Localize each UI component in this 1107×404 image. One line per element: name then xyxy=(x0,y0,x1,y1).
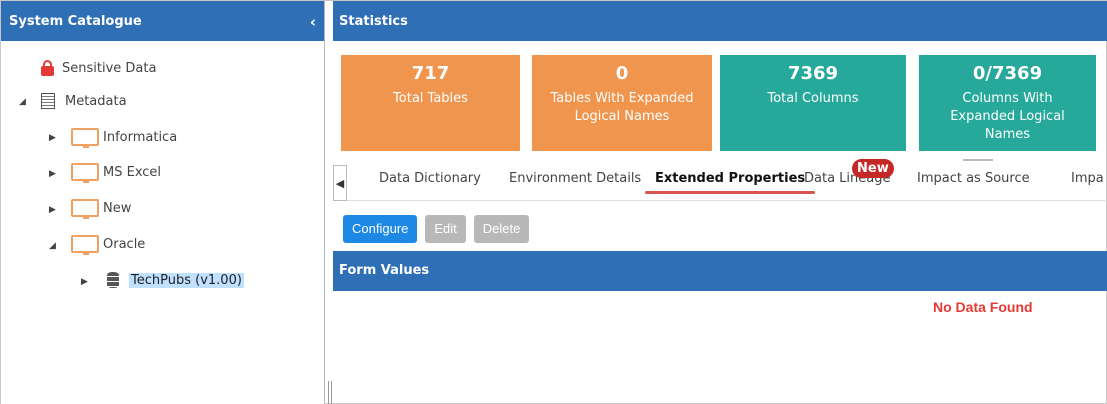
tree-item-label: Metadata xyxy=(65,93,127,109)
folder-icon xyxy=(71,163,99,183)
resize-grip[interactable] xyxy=(963,159,993,161)
tree-item-informatica[interactable]: Informatica xyxy=(71,126,177,148)
tree-item-techpubs[interactable]: TechPubs (v1.00) xyxy=(107,269,244,291)
tree-item-oracle[interactable]: Oracle xyxy=(71,233,145,255)
tree-item-label: New xyxy=(103,200,132,216)
collapsed-arrow-icon[interactable]: ▶ xyxy=(49,133,56,143)
folder-icon xyxy=(71,128,99,148)
statistics-header: Statistics xyxy=(333,1,1107,41)
statistics-panel: Statistics 717 Total Tables 0 Tables Wit… xyxy=(333,1,1107,404)
no-data-message: No Data Found xyxy=(933,299,1033,315)
statistics-title: Statistics xyxy=(339,13,408,29)
stat-value: 0 xyxy=(615,63,629,84)
collapsed-arrow-icon[interactable]: ▶ xyxy=(49,205,56,215)
lock-icon xyxy=(41,60,54,76)
collapsed-arrow-icon[interactable]: ▶ xyxy=(49,169,56,179)
tree-item-label: TechPubs (v1.00) xyxy=(129,272,244,288)
tree-item-new[interactable]: New xyxy=(71,197,131,219)
detail-tabs: ◀ Data Dictionary Environment Details Ex… xyxy=(333,159,1107,201)
expanded-arrow-icon[interactable]: ◢ xyxy=(19,97,26,107)
stat-value: 0/7369 xyxy=(972,63,1043,84)
tree-item-metadata[interactable]: Metadata xyxy=(41,90,127,112)
app-window: System Catalogue ‹ Sensitive Data ◢ Meta… xyxy=(0,0,1107,404)
system-catalogue-panel: System Catalogue ‹ Sensitive Data ◢ Meta… xyxy=(1,1,325,404)
tree-item-label: MS Excel xyxy=(103,164,162,180)
stat-value: 7369 xyxy=(787,63,839,84)
stat-card-total-tables: 717 Total Tables xyxy=(341,55,520,151)
tree-item-label: Informatica xyxy=(103,129,178,145)
stat-card-tables-expanded: 0 Tables With Expanded Logical Names xyxy=(532,55,712,151)
stat-label: Tables With Expanded Logical Names xyxy=(550,91,694,124)
tab-scroll-left-icon[interactable]: ◀ xyxy=(333,165,347,201)
panel-splitter-handle[interactable] xyxy=(328,381,332,404)
catalogue-title: System Catalogue xyxy=(9,13,142,29)
stat-label: Total Tables xyxy=(393,91,468,106)
tab-extended-properties[interactable]: Extended Properties xyxy=(644,171,816,194)
tree-item-ms-excel[interactable]: MS Excel xyxy=(71,161,161,183)
form-values-title: Form Values xyxy=(339,263,430,278)
expanded-arrow-icon[interactable]: ◢ xyxy=(49,241,56,251)
stat-card-columns-expanded: 0/7369 Columns With Expanded Logical Nam… xyxy=(919,55,1096,151)
collapse-panel-icon[interactable]: ‹ xyxy=(310,13,316,31)
stat-label: Columns With Expanded Logical Names xyxy=(950,91,1065,142)
form-values-header: Form Values xyxy=(333,251,1107,291)
stat-value: 717 xyxy=(411,63,450,84)
folder-icon xyxy=(71,235,99,255)
collapsed-arrow-icon[interactable]: ▶ xyxy=(81,277,88,287)
tree-item-label: Oracle xyxy=(103,236,146,252)
tree-item-label: Sensitive Data xyxy=(62,60,157,76)
folder-icon xyxy=(71,199,99,219)
edit-button[interactable]: Edit xyxy=(425,215,466,243)
delete-button[interactable]: Delete xyxy=(473,215,530,243)
configure-button[interactable]: Configure xyxy=(343,215,418,243)
metadata-icon xyxy=(41,93,55,109)
tab-environment-details[interactable]: Environment Details xyxy=(509,171,641,186)
properties-toolbar: Configure Edit Delete xyxy=(343,215,530,243)
tree-item-sensitive-data[interactable]: Sensitive Data xyxy=(41,57,156,79)
tab-impact-as-source[interactable]: Impact as Source xyxy=(917,171,1030,186)
stat-label: Total Columns xyxy=(767,91,859,106)
tab-data-dictionary[interactable]: Data Dictionary xyxy=(379,171,481,186)
catalogue-header: System Catalogue ‹ xyxy=(1,1,324,41)
tab-impact-truncated[interactable]: Impa xyxy=(1071,171,1104,186)
stat-card-total-columns: 7369 Total Columns xyxy=(720,55,906,151)
new-badge: New xyxy=(852,159,894,178)
database-icon xyxy=(107,272,119,288)
